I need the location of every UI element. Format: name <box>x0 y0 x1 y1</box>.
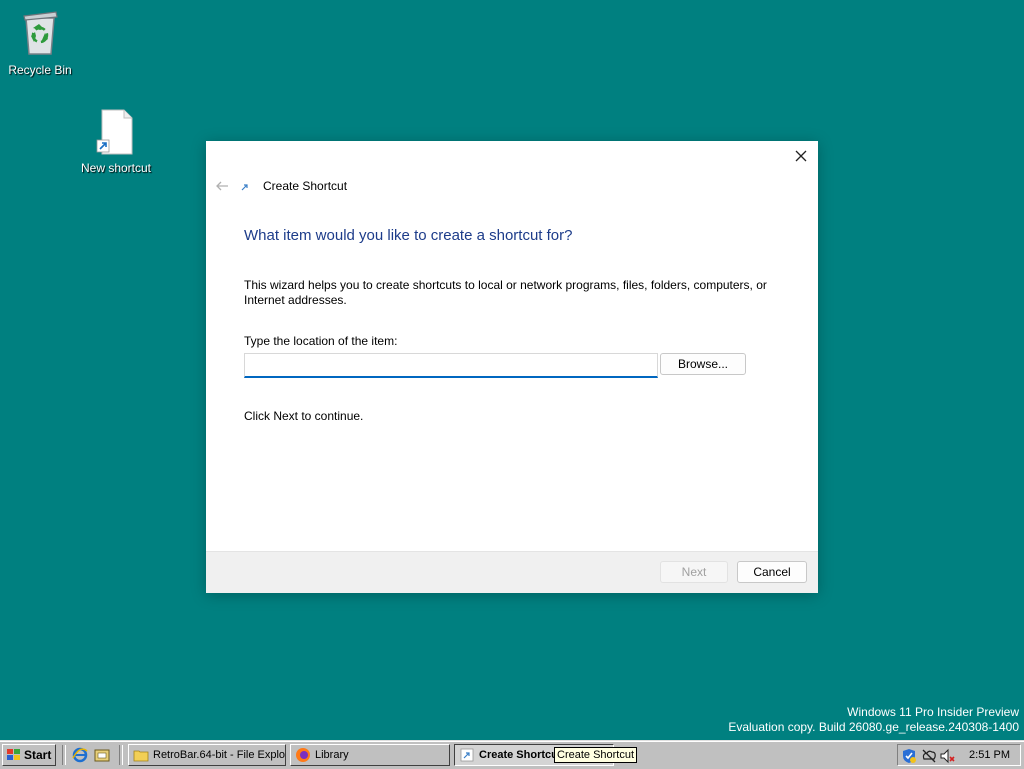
task-label: RetroBar.64-bit - File Explo... <box>153 749 286 761</box>
blank-file-shortcut-icon <box>96 109 133 155</box>
desktop-icon-new-shortcut[interactable]: New shortcut <box>76 108 156 175</box>
taskbar-separator <box>119 745 123 765</box>
firefox-icon <box>296 748 310 762</box>
desktop-icon-recycle-bin[interactable]: Recycle Bin <box>0 6 80 77</box>
dialog-title: Create Shortcut <box>263 179 348 193</box>
task-button-file-explorer[interactable]: RetroBar.64-bit - File Explo... <box>128 744 286 766</box>
watermark-line-2: Evaluation copy. Build 26080.ge_release.… <box>728 720 1019 734</box>
volume-muted-icon[interactable] <box>939 748 955 764</box>
location-input[interactable] <box>244 353 658 378</box>
cancel-button[interactable]: Cancel <box>737 561 807 583</box>
system-tray: 2:51 PM <box>897 744 1021 766</box>
taskbar-separator <box>62 745 66 765</box>
close-icon[interactable] <box>792 147 810 165</box>
task-label: Create Shortcut <box>479 749 562 761</box>
task-button-library[interactable]: Library <box>290 744 450 766</box>
back-arrow-icon[interactable] <box>214 178 230 194</box>
browse-button[interactable]: Browse... <box>660 353 746 375</box>
location-label: Type the location of the item: <box>244 334 398 348</box>
clock[interactable]: 2:51 PM <box>969 749 1010 761</box>
dialog-footer: Next Cancel <box>206 551 818 593</box>
windows-evaluation-watermark: Windows 11 Pro Insider Preview Evaluatio… <box>728 705 1019 735</box>
taskbar: Start RetroBar.64-bit - File Explo... Li… <box>0 740 1024 769</box>
network-offline-icon[interactable] <box>921 748 937 764</box>
next-button[interactable]: Next <box>660 561 728 583</box>
folder-icon <box>133 750 149 762</box>
shortcut-icon <box>241 184 248 191</box>
desktop-icon-label: Recycle Bin <box>8 63 72 77</box>
windows-logo-icon <box>7 749 20 760</box>
internet-explorer-icon[interactable] <box>72 747 88 763</box>
start-label: Start <box>24 748 52 762</box>
continue-hint: Click Next to continue. <box>244 409 364 423</box>
defender-shield-icon[interactable] <box>901 748 917 764</box>
task-label: Library <box>315 749 349 761</box>
shortcut-icon <box>460 748 474 762</box>
desktop-icon-label: New shortcut <box>80 161 152 175</box>
create-shortcut-dialog: Create Shortcut What item would you like… <box>206 141 818 593</box>
show-desktop-icon[interactable] <box>94 747 110 763</box>
watermark-line-1: Windows 11 Pro Insider Preview <box>847 705 1019 719</box>
recycle-bin-icon <box>23 11 58 55</box>
page-heading: What item would you like to create a sho… <box>244 227 573 244</box>
start-button[interactable]: Start <box>2 744 56 766</box>
taskbar-tooltip: Create Shortcut <box>554 747 638 763</box>
wizard-description: This wizard helps you to create shortcut… <box>244 278 767 307</box>
